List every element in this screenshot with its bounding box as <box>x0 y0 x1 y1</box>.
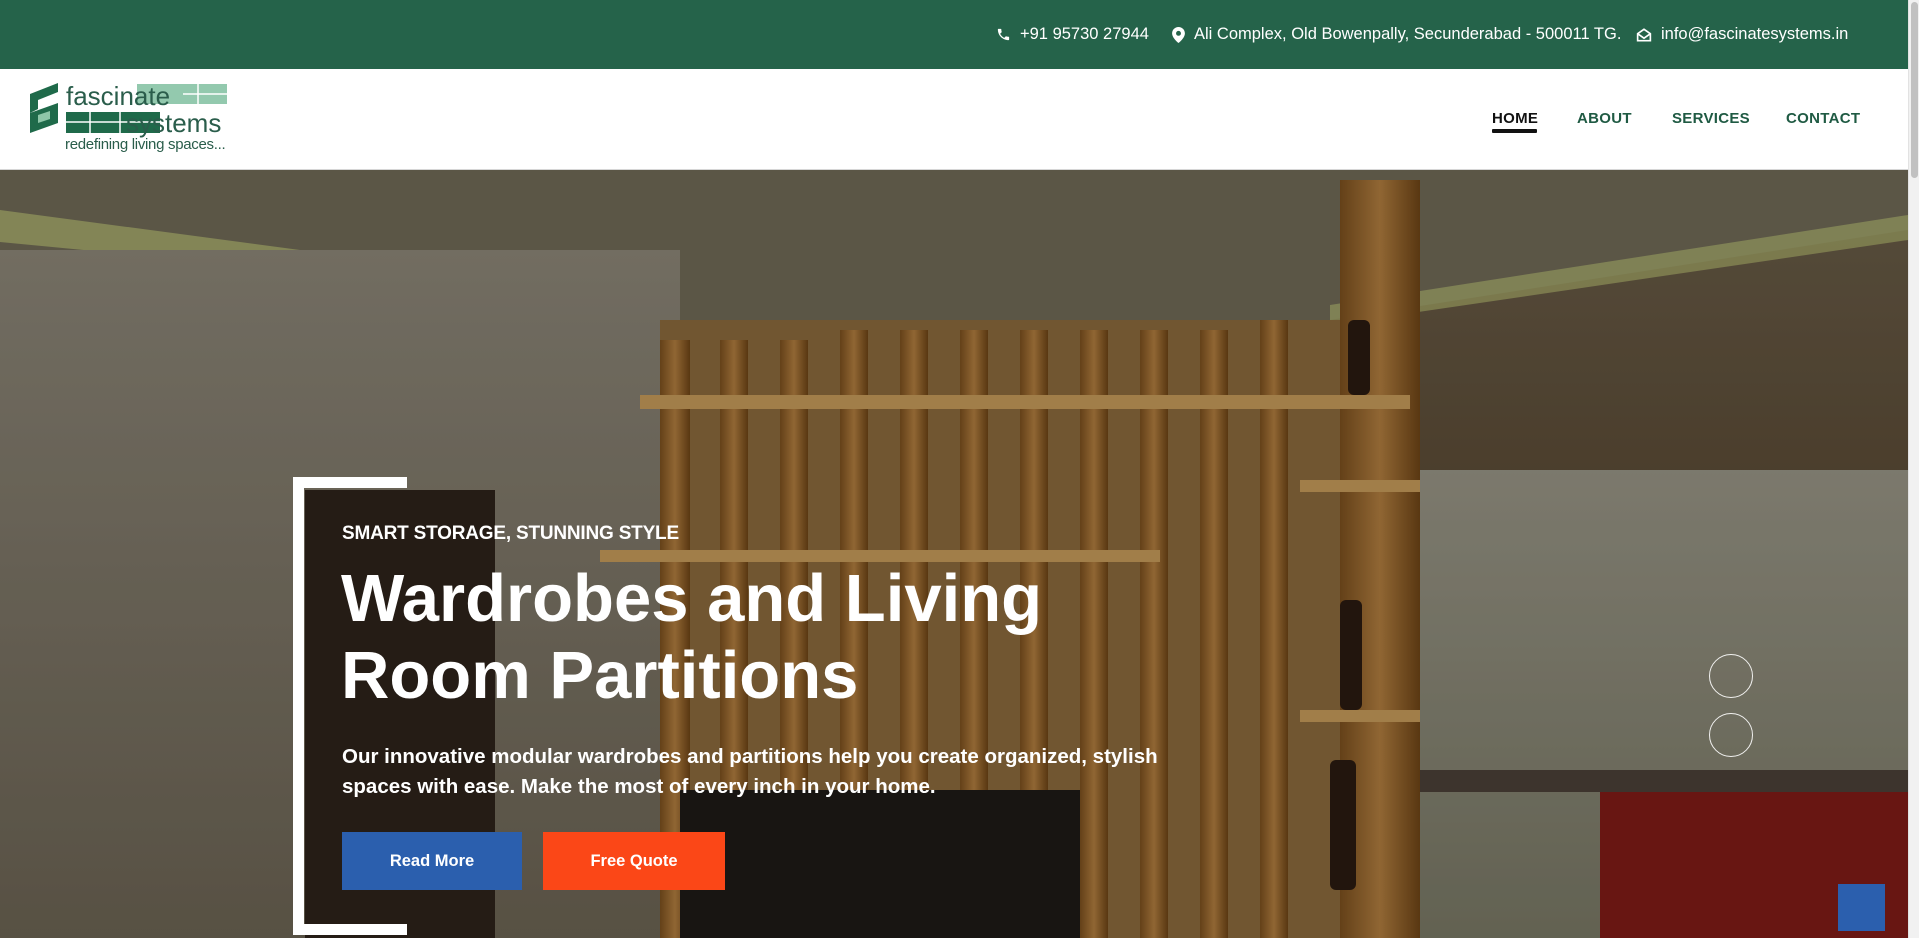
email-address: info@fascinatesystems.in <box>1661 25 1849 43</box>
address-contact: Ali Complex, Old Bowenpally, Secunderaba… <box>1172 0 1621 69</box>
scrollbar-thumb[interactable] <box>1911 2 1918 178</box>
back-to-top-button[interactable] <box>1838 884 1885 931</box>
logo-word-2: systems <box>126 108 221 138</box>
logo[interactable]: fascinate systems redefining living spac… <box>28 81 228 159</box>
address-text: Ali Complex, Old Bowenpally, Secunderaba… <box>1194 25 1622 43</box>
nav-active-indicator <box>1492 129 1537 133</box>
email-contact[interactable]: info@fascinatesystems.in <box>1636 0 1848 69</box>
hero-slider: SMART STORAGE, STUNNING STYLE Wardrobes … <box>0 170 1908 938</box>
phone-icon <box>997 28 1010 41</box>
hero-description: Our innovative modular wardrobes and par… <box>342 745 1158 798</box>
hero-overlay <box>0 170 1908 938</box>
map-pin-icon <box>1172 26 1185 43</box>
phone-number: +91 95730 27944 <box>1020 25 1149 43</box>
hero-eyebrow: SMART STORAGE, STUNNING STYLE <box>342 523 679 544</box>
carousel-next-button[interactable] <box>1709 713 1753 757</box>
page-scrollbar[interactable] <box>1908 0 1919 938</box>
logo-mark: fascinate systems <box>30 81 227 138</box>
envelope-icon <box>1636 27 1652 42</box>
nav-services[interactable]: SERVICES <box>1672 110 1750 127</box>
nav-home[interactable]: HOME <box>1492 110 1538 127</box>
top-contact-bar: +91 95730 27944 Ali Complex, Old Bowenpa… <box>0 0 1919 69</box>
nav-about[interactable]: ABOUT <box>1577 110 1632 127</box>
hero-title: Wardrobes and Living Room Partitions <box>341 561 1043 713</box>
logo-tagline: redefining living spaces... <box>65 136 226 153</box>
nav-contact[interactable]: CONTACT <box>1786 110 1860 127</box>
phone-contact[interactable]: +91 95730 27944 <box>996 0 1149 69</box>
read-more-button[interactable]: Read More <box>342 832 522 890</box>
free-quote-button[interactable]: Free Quote <box>543 832 725 890</box>
site-header: fascinate systems redefining living spac… <box>0 69 1908 170</box>
carousel-prev-button[interactable] <box>1709 654 1753 698</box>
logo-word-1: fascinate <box>66 83 170 111</box>
